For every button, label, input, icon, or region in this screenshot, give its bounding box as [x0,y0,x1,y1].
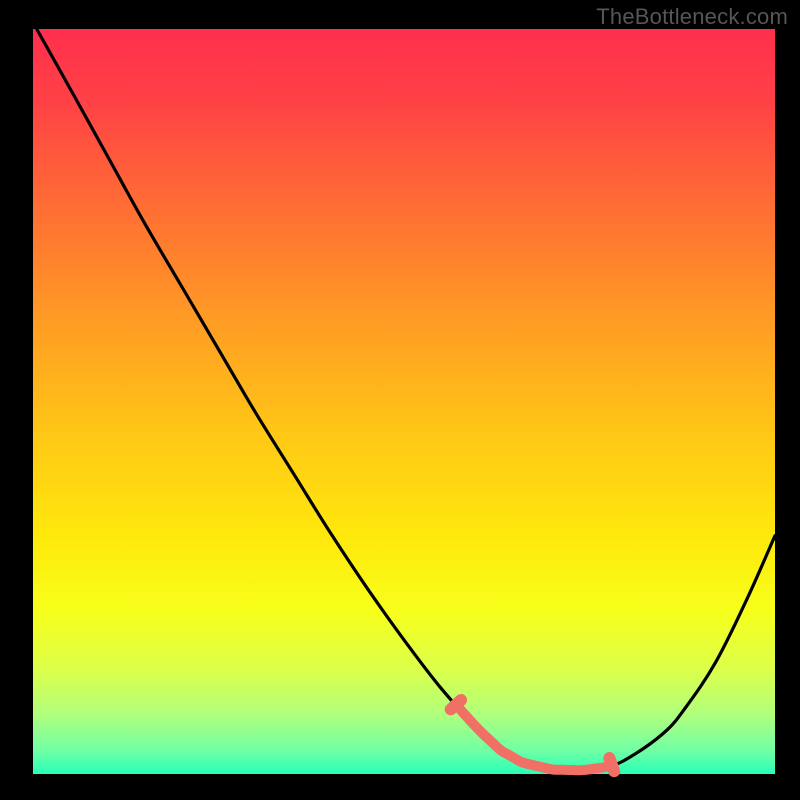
bottleneck-curve-chart [0,0,800,800]
gradient-area [33,29,775,774]
watermark-text: TheBottleneck.com [596,4,788,30]
chart-container: TheBottleneck.com [0,0,800,800]
